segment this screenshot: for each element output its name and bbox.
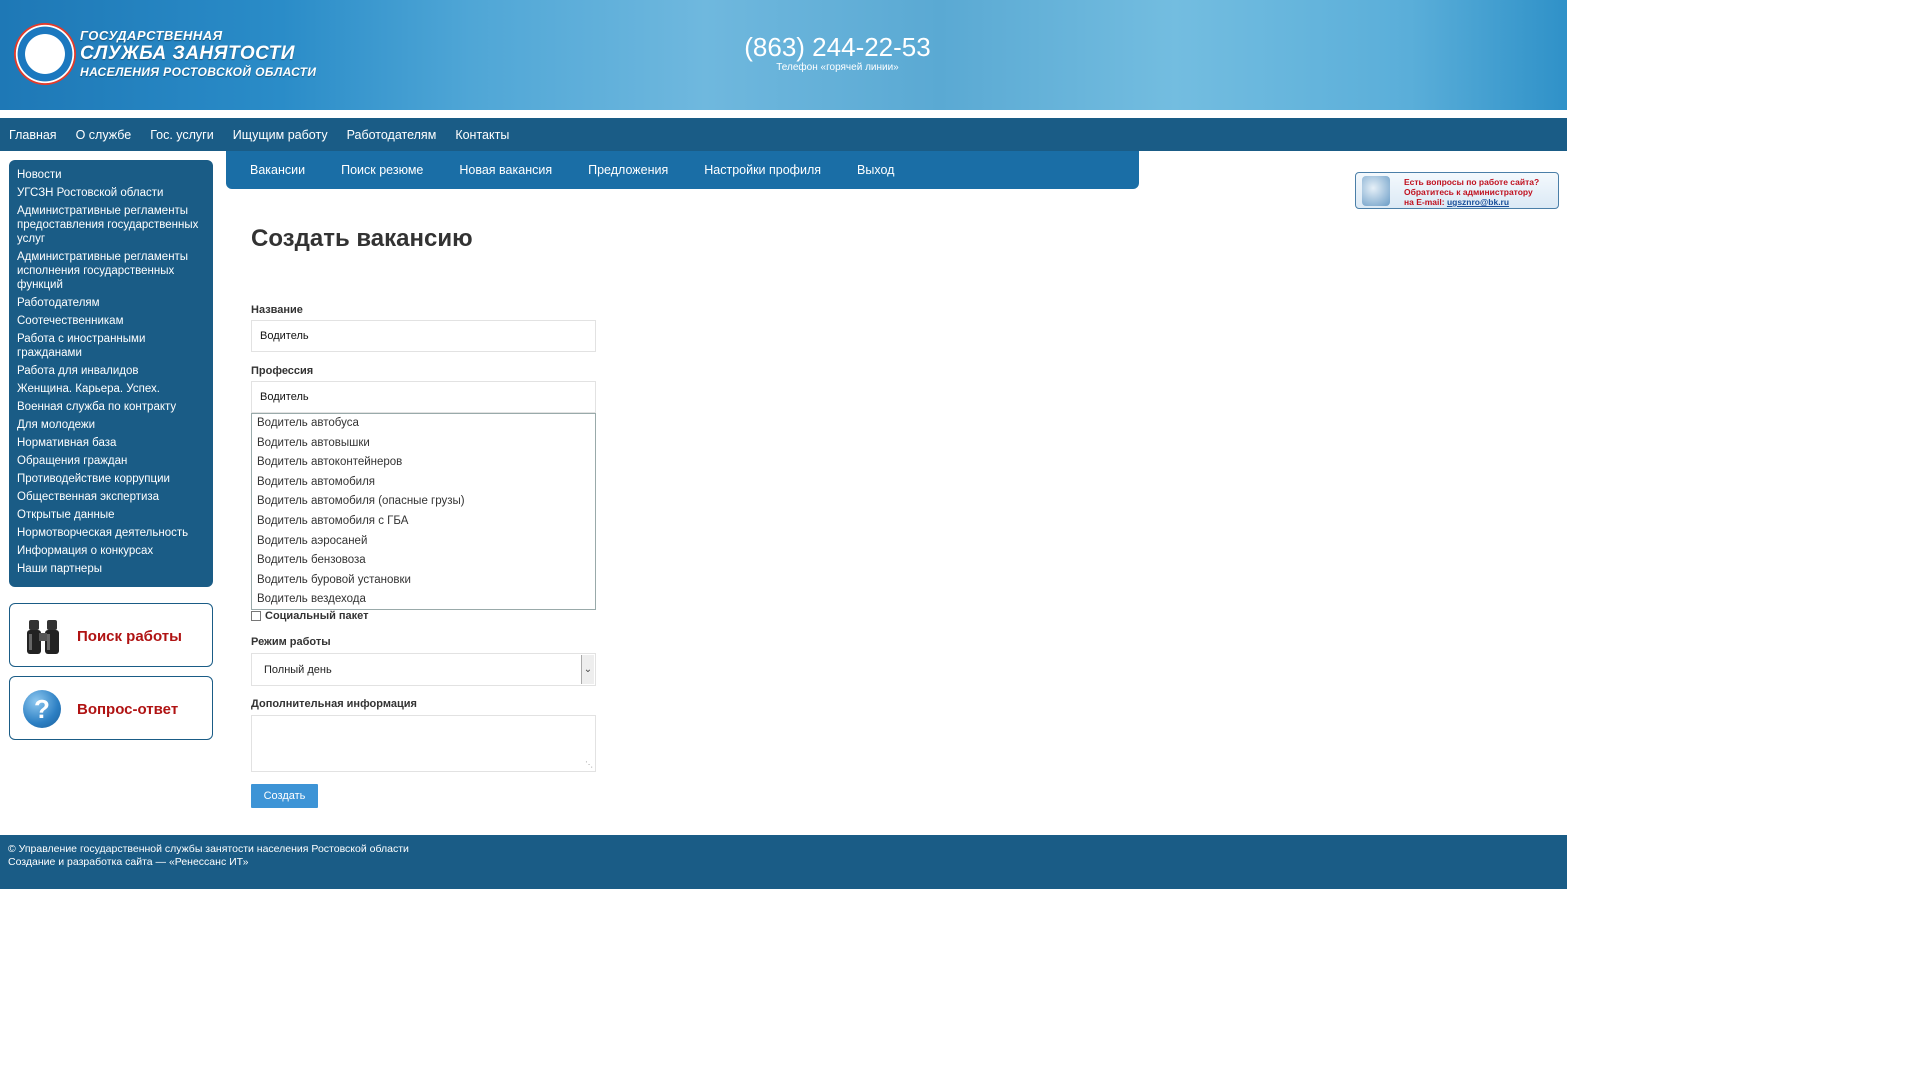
banner-text: Есть вопросы по работе сайта? Обратитесь… xyxy=(1404,177,1539,207)
extra-info-textarea[interactable]: ⋱ xyxy=(251,715,596,772)
sidebar-item-partners[interactable]: Наши партнеры xyxy=(17,562,205,576)
sidebar-item-normative[interactable]: Нормативная база xyxy=(17,436,205,450)
suggestion-item[interactable]: Водитель автомобиля (опасные грузы) xyxy=(252,492,595,512)
social-package-checkbox[interactable] xyxy=(251,611,261,621)
sidebar-item-regulations-services[interactable]: Административные регламенты предоставлен… xyxy=(17,204,205,246)
chevron-down-icon[interactable]: ⌄ xyxy=(581,655,594,684)
top-nav-home[interactable]: Главная xyxy=(9,128,57,142)
extra-info-label: Дополнительная информация xyxy=(251,698,417,710)
sidebar-item-news[interactable]: Новости xyxy=(17,168,205,182)
suggestion-item[interactable]: Водитель автобуса xyxy=(252,414,595,434)
suggestion-item[interactable]: Водитель автовышки xyxy=(252,434,595,454)
sidebar-item-open-data[interactable]: Открытые данные xyxy=(17,508,205,522)
sidebar-item-employers[interactable]: Работодателям xyxy=(17,296,205,310)
sidebar-item-contests[interactable]: Информация о конкурсах xyxy=(17,544,205,558)
work-mode-label: Режим работы xyxy=(251,636,331,648)
subnav-new-vacancy[interactable]: Новая вакансия xyxy=(459,163,552,177)
profession-input[interactable]: Водитель xyxy=(251,381,596,413)
profession-suggestions: Водитель автобуса Водитель автовышки Вод… xyxy=(251,413,596,610)
top-nav-about[interactable]: О службе xyxy=(76,128,132,142)
name-label: Название xyxy=(251,304,303,316)
sidebar-item-regulations-functions[interactable]: Административные регламенты исполнения г… xyxy=(17,250,205,292)
top-nav-jobseekers[interactable]: Ищущим работу xyxy=(233,128,328,142)
header-divider xyxy=(0,110,1567,118)
sidebar-item-foreigners[interactable]: Работа с иностранными гражданами xyxy=(17,332,205,360)
suggestion-item[interactable]: Водитель автомобиля с ГБА xyxy=(252,512,595,532)
sidebar-item-lawmaking[interactable]: Нормотворческая деятельность xyxy=(17,526,205,540)
top-nav-services[interactable]: Гос. услуги xyxy=(150,128,214,142)
site-support-banner[interactable]: Есть вопросы по работе сайта? Обратитесь… xyxy=(1355,172,1559,209)
social-package-label: Социальный пакет xyxy=(265,610,369,622)
sidebar-item-disabled[interactable]: Работа для инвалидов xyxy=(17,364,205,378)
work-mode-value: Полный день xyxy=(264,664,332,676)
subnav-logout[interactable]: Выход xyxy=(857,163,894,177)
sidebar-item-compatriots[interactable]: Соотечественникам xyxy=(17,314,205,328)
create-button[interactable]: Создать xyxy=(251,784,318,808)
sidebar-item-women[interactable]: Женщина. Карьера. Успех. xyxy=(17,382,205,396)
sidebar-item-military[interactable]: Военная служба по контракту xyxy=(17,400,205,414)
footer-copyright: © Управление государственной службы заня… xyxy=(8,843,409,855)
logo-line-1: ГОСУДАРСТВЕННАЯ xyxy=(80,28,223,43)
logo-line-2: СЛУЖБА ЗАНЯТОСТИ xyxy=(80,43,295,64)
qa-label: Вопрос-ответ xyxy=(77,701,179,718)
subnav-offers[interactable]: Предложения xyxy=(588,163,668,177)
question-icon: ? xyxy=(23,690,61,728)
sidebar-item-public-expertise[interactable]: Общественная экспертиза xyxy=(17,490,205,504)
suggestion-item[interactable]: Водитель вездехода xyxy=(252,590,595,609)
sidebar-item-youth[interactable]: Для молодежи xyxy=(17,418,205,432)
banner-line-2: Обратитесь к администратору xyxy=(1404,187,1533,197)
hotline-phone: (863) 244-22-53 xyxy=(744,32,931,62)
subnav-profile-settings[interactable]: Настройки профиля xyxy=(704,163,821,177)
resize-grip-icon[interactable]: ⋱ xyxy=(585,760,593,769)
site-header: ГОСУДАРСТВЕННАЯ СЛУЖБА ЗАНЯТОСТИ НАСЕЛЕН… xyxy=(0,0,1567,110)
hotline-block: (863) 244-22-53 Телефон «горячей линии» xyxy=(710,32,965,73)
sidebar-item-ugszn[interactable]: УГСЗН Ростовской области xyxy=(17,186,205,200)
subnav-vacancies[interactable]: Вакансии xyxy=(250,163,305,177)
suggestion-item[interactable]: Водитель автомобиля xyxy=(252,473,595,493)
banner-line-3: на E-mail: ugsznro@bk.ru xyxy=(1404,197,1539,207)
suggestion-item[interactable]: Водитель автоконтейнеров xyxy=(252,453,595,473)
qa-button[interactable]: ? Вопрос-ответ xyxy=(9,676,213,740)
name-input[interactable]: Водитель xyxy=(251,320,596,352)
left-sidebar-menu: Новости УГСЗН Ростовской области Админис… xyxy=(9,160,213,587)
binoculars-icon xyxy=(27,620,59,654)
suggestion-item[interactable]: Водитель буровой установки xyxy=(252,571,595,591)
banner-email-link[interactable]: ugsznro@bk.ru xyxy=(1447,197,1509,207)
subnav-resume-search[interactable]: Поиск резюме xyxy=(341,163,423,177)
suggestion-item[interactable]: Водитель бензовоза xyxy=(252,551,595,571)
profession-label: Профессия xyxy=(251,365,314,377)
site-logo-text[interactable]: ГОСУДАРСТВЕННАЯ СЛУЖБА ЗАНЯТОСТИ НАСЕЛЕН… xyxy=(80,28,316,79)
page-title: Создать вакансию xyxy=(251,225,473,252)
site-footer: © Управление государственной службы заня… xyxy=(0,835,1567,889)
job-search-button[interactable]: Поиск работы xyxy=(9,603,213,667)
banner-line-1: Есть вопросы по работе сайта? xyxy=(1404,177,1540,187)
sidebar-item-anticorruption[interactable]: Противодействие коррупции xyxy=(17,472,205,486)
banner-email-prefix: на E-mail: xyxy=(1404,197,1445,207)
employer-subnav: Вакансии Поиск резюме Новая вакансия Пре… xyxy=(226,151,1139,189)
job-search-label: Поиск работы xyxy=(77,628,182,645)
top-nav-employers[interactable]: Работодателям xyxy=(347,128,437,142)
work-mode-select[interactable]: Полный день ⌄ xyxy=(251,653,596,686)
logo-line-3: НАСЕЛЕНИЯ РОСТОВСКОЙ ОБЛАСТИ xyxy=(80,65,317,79)
footer-developer[interactable]: Создание и разработка сайта — «Ренессанс… xyxy=(8,856,1567,869)
suggestion-item[interactable]: Водитель аэросаней xyxy=(252,532,595,552)
hotline-caption: Телефон «горячей линии» xyxy=(776,62,899,73)
email-icon xyxy=(1362,176,1390,206)
sidebar-item-appeals[interactable]: Обращения граждан xyxy=(17,454,205,468)
top-nav: Главная О службе Гос. услуги Ищущим рабо… xyxy=(0,118,1567,151)
top-nav-contacts[interactable]: Контакты xyxy=(455,128,509,142)
